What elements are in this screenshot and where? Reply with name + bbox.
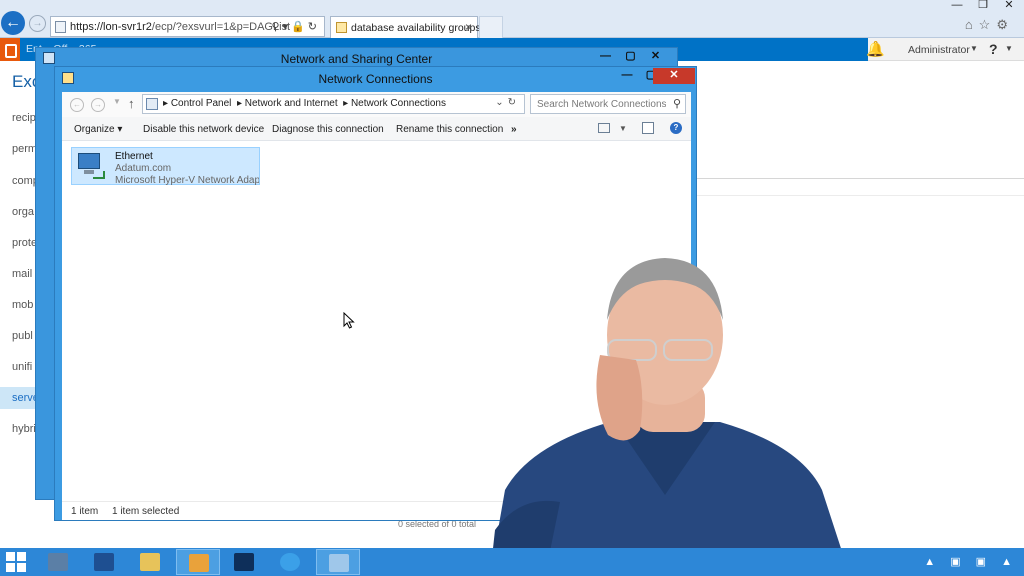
taskbar-server-manager[interactable]: [36, 549, 80, 575]
nav-item-unified-messaging[interactable]: unifi: [12, 361, 32, 373]
nav-item-public-folders[interactable]: publ: [12, 330, 33, 342]
browser-maximize-button[interactable]: ❐: [970, 0, 996, 12]
close-button[interactable]: ✕: [643, 49, 668, 65]
minimize-button[interactable]: —: [593, 49, 618, 65]
content-divider: [696, 195, 1024, 196]
adapter-name: Ethernet: [115, 151, 153, 162]
nav-item-recipients[interactable]: recip: [12, 112, 36, 124]
address-bar[interactable]: https://lon-svr1r2/ecp/?exsvurl=1&p=DAGL…: [50, 16, 325, 37]
disable-device-button[interactable]: Disable this network device: [143, 124, 264, 135]
home-favorites-settings-icon[interactable]: ⌂☆⚙: [965, 17, 1014, 33]
taskbar-network-connections[interactable]: [316, 549, 360, 575]
adapter-network: Adatum.com: [115, 163, 172, 174]
network-adapter-item[interactable]: Ethernet Adatum.com Microsoft Hyper-V Ne…: [71, 147, 260, 186]
nav-item-mail-flow[interactable]: mail: [12, 268, 32, 280]
search-refresh-icon[interactable]: ⚲▾🔒↻: [272, 20, 321, 33]
address-url: https://lon-svr1r2/ecp/?exsvurl=1&p=DAGL…: [70, 21, 290, 33]
up-arrow-icon[interactable]: ↑: [128, 96, 135, 111]
maximize-button[interactable]: ▢: [618, 49, 643, 65]
taskbar-powershell[interactable]: [82, 549, 126, 575]
breadcrumb-item-control-panel[interactable]: Control Panel: [171, 98, 232, 109]
refresh-icon[interactable]: ⌄↻: [495, 97, 520, 108]
nav-item-permissions[interactable]: perm: [12, 143, 37, 155]
mouse-cursor-icon: [343, 312, 355, 329]
diagnose-connection-button[interactable]: Diagnose this connection: [272, 124, 384, 135]
office-logo-icon: [0, 38, 20, 61]
control-panel-icon: [146, 98, 158, 110]
nav-item-hybrid[interactable]: hybri: [12, 423, 36, 435]
recent-locations-icon[interactable]: ▼: [113, 97, 121, 106]
taskbar-control-panel[interactable]: [176, 549, 220, 575]
minimize-button[interactable]: —: [615, 68, 639, 84]
rename-connection-button[interactable]: Rename this connection: [396, 124, 503, 135]
browser-minimize-button[interactable]: —: [944, 0, 970, 12]
breadcrumb-path: ▸ Control Panel ▸ Network and Internet ▸…: [163, 98, 446, 109]
taskbar: ▲ ▣ ▣ ▲: [0, 548, 1024, 576]
search-box[interactable]: ⚲: [530, 94, 686, 114]
navigation-bar: ← → ▼ ↑ ▸ Control Panel ▸ Network and In…: [62, 92, 691, 117]
breadcrumb-item-network-internet[interactable]: Network and Internet: [245, 98, 338, 109]
nav-item-mobile[interactable]: mob: [12, 299, 33, 311]
tab-favicon-icon: [336, 22, 347, 33]
chevron-down-icon[interactable]: ▼: [619, 124, 627, 133]
selected-count: 1 item selected: [112, 506, 180, 517]
nav-item-organization[interactable]: orga: [12, 206, 34, 218]
breadcrumb-item-network-connections[interactable]: Network Connections: [351, 98, 446, 109]
address-url-host: https://lon-svr1r2: [70, 21, 152, 33]
change-view-icon[interactable]: [598, 123, 610, 133]
taskbar-internet-explorer[interactable]: [268, 549, 312, 575]
back-arrow-icon[interactable]: ←: [70, 98, 84, 112]
taskbar-file-explorer[interactable]: [128, 549, 172, 575]
forward-arrow-icon[interactable]: →: [29, 15, 46, 32]
close-button[interactable]: ✕: [653, 68, 695, 84]
system-tray-icons[interactable]: ▲ ▣ ▣ ▲: [924, 555, 1018, 568]
organize-button[interactable]: Organize ▾: [74, 124, 122, 135]
adapter-device: Microsoft Hyper-V Network Adap...: [115, 175, 259, 186]
page-icon: [55, 21, 66, 33]
more-commands-button[interactable]: »: [511, 124, 517, 135]
network-adapter-icon: [75, 151, 107, 181]
preview-pane-icon[interactable]: [642, 122, 654, 134]
browser-close-button[interactable]: ✕: [996, 0, 1022, 12]
help-icon[interactable]: ?: [989, 41, 998, 57]
content-divider: [696, 178, 1024, 179]
search-input[interactable]: [531, 95, 666, 113]
window-title: Network and Sharing Center: [280, 52, 433, 66]
start-button[interactable]: [6, 552, 26, 572]
tab-close-icon[interactable]: ×: [465, 20, 472, 34]
organize-label: Organize: [74, 124, 115, 135]
help-icon[interactable]: ?: [670, 122, 682, 134]
forward-arrow-icon[interactable]: →: [91, 98, 105, 112]
browser-toolbar: ← → https://lon-svr1r2/ecp/?exsvurl=1&p=…: [0, 0, 1024, 38]
chevron-down-icon[interactable]: ▼: [970, 44, 978, 53]
back-arrow-icon[interactable]: ←: [1, 11, 25, 35]
address-url-path: /ecp/?exsvurl=1&p=DAGList: [151, 21, 291, 33]
bell-icon[interactable]: 🔔: [866, 40, 885, 58]
search-icon[interactable]: ⚲: [673, 97, 681, 110]
window-title: Network Connections: [318, 72, 433, 86]
command-bar: Organize ▾ Disable this network device D…: [62, 117, 691, 141]
item-count: 1 item: [71, 506, 99, 517]
browser-tab[interactable]: database availability groups... ×: [330, 16, 489, 38]
taskbar-remote-desktop[interactable]: [222, 549, 266, 575]
nav-item-protection[interactable]: prote: [12, 237, 37, 249]
chevron-down-icon[interactable]: ▼: [1005, 44, 1013, 53]
user-menu[interactable]: Administrator: [908, 44, 970, 56]
breadcrumb[interactable]: ▸ Control Panel ▸ Network and Internet ▸…: [142, 94, 525, 114]
presenter-video-overlay: [490, 258, 850, 576]
new-tab-button[interactable]: [479, 16, 503, 38]
